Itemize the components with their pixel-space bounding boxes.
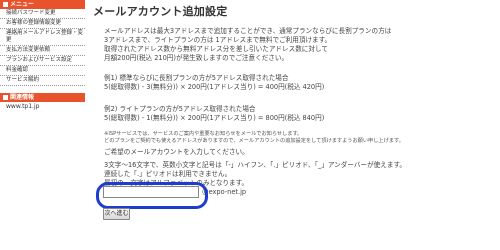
related-info-header: 関連情報 [0,93,85,102]
page-title: メールアカウント追加設定 [93,5,228,18]
example2-title: 例2) ライトプランの方が5アドレス取得された場合 [104,105,256,113]
related-info-label: 関連情報 [10,94,35,101]
menu-header-label: メニュー [10,1,35,8]
sidebar-item-registration-info[interactable]: お客様の登録情報変更 [0,19,85,29]
email-account-input[interactable] [103,186,199,198]
sidebar: メニュー 接続パスワード変更 お客様の登録情報変更 連絡用メールアドレス登録・変… [0,0,85,250]
note-line: どのプランをご契約でも使えるアドレスがありますので、メールアカウントの追加設定を… [104,138,404,144]
square-bullet-icon [3,2,8,7]
next-button[interactable]: 次へ進む [103,208,130,220]
example1-formula: 5(総取得数) - 3(無料分)) × 200円(1アドレス当り) = 400円… [104,83,325,91]
intro-line: 月額200円(税込 210円)が発生致しますのでご注意ください。 [104,54,289,62]
intro-line: 3アドレスまで、ライトプランの方は 1アドレスまで無料でご利用頂けます。 [104,36,332,44]
email-domain: @expo-net.jp [202,188,247,196]
related-link[interactable]: www.tp1.jp [0,102,85,111]
rule-line: 連続した「.」ピリオドは利用できません。 [104,170,232,178]
sidebar-item-cancel-service[interactable]: サービス解約 [0,76,85,86]
sidebar-item-fee-check[interactable]: 料金確認 [0,66,85,76]
main-content: メールアカウント追加設定 メールアドレスは最大3アドレスまで追加することができ、… [93,0,498,250]
sidebar-item-password-change[interactable]: 接続パスワード変更 [0,9,85,19]
menu-header: メニュー [0,0,85,9]
sidebar-item-payment-method[interactable]: 支払方法変更依頼 [0,46,85,56]
sidebar-item-contact-email[interactable]: 連絡用メールアドレス登録・変更 [0,29,85,46]
rule-line: 3文字〜16文字で、英数小文字と記号は「-」ハイフン、「.」ピリオド、「_」アン… [104,161,406,169]
example1-title: 例1) 標準ならびに長割プランの方が5アドレス取得された場合 [104,74,289,82]
sidebar-item-plan-settings[interactable]: プランおよびサービス設定 [0,56,85,66]
input-prompt: ご希望のメールアカウントを入力してください。 [104,148,249,156]
email-input-row: @expo-net.jp [103,186,246,198]
square-bullet-icon [3,95,8,100]
example2-formula: 5(総取得数) - 1(無料分)) × 200円(1アドレス当り) = 800円… [104,114,325,122]
intro-line: 取得されたアドレス数から無料アドレス分を差し引いたアドレス数に対して [104,45,328,53]
intro-line: メールアドレスは最大3アドレスまで追加することができ、通常プランならびに長割プラ… [104,27,392,35]
